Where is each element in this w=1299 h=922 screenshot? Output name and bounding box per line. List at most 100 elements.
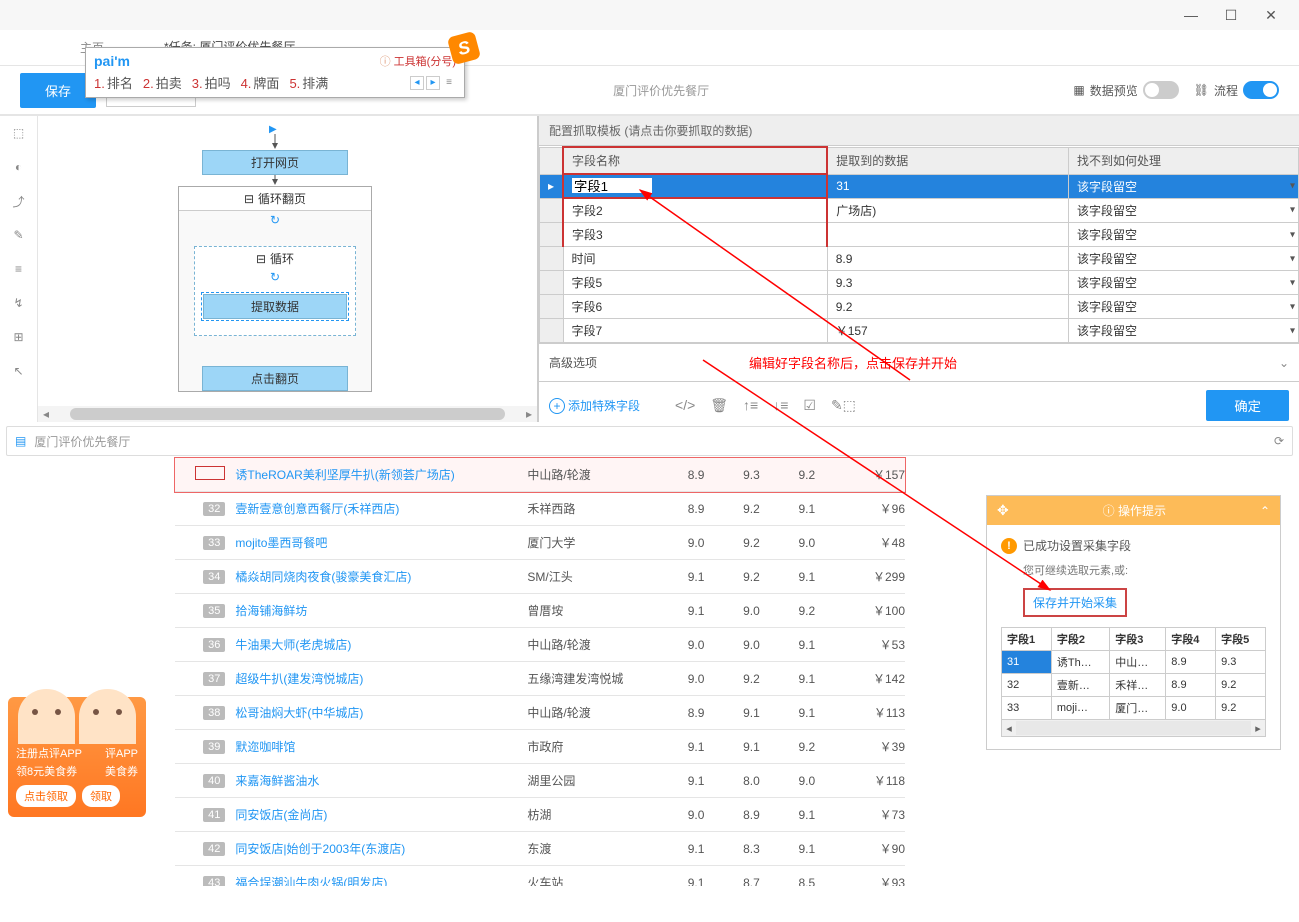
ime-toolbox[interactable]: ⓘ 工具箱(分号) <box>380 53 456 69</box>
close-button[interactable]: ✕ <box>1251 0 1291 30</box>
rank-badge: 39 <box>203 740 225 754</box>
field-name[interactable]: 字段3 <box>563 223 827 247</box>
shop-link[interactable]: 橘焱胡同烧肉夜食(骏豪美食汇店) <box>235 570 411 584</box>
shop-link[interactable]: 松哥油焖大虾(中华城店) <box>235 706 363 720</box>
flow-node-click-next[interactable]: 点击翻页 <box>202 366 348 391</box>
add-special-field[interactable]: +添加特殊字段 <box>549 397 640 414</box>
note-icon[interactable]: ✎⬚ <box>831 397 856 414</box>
field-name[interactable]: 时间 <box>563 247 827 271</box>
field-name[interactable]: 字段2 <box>563 198 827 223</box>
ime-candidate[interactable]: 2.拍卖 <box>143 73 182 92</box>
flow-container-loop[interactable]: ⊟循环 ↻ 提取数据 <box>194 246 356 336</box>
ime-popup: pai'm ⓘ 工具箱(分号) 1.排名2.拍卖3.拍吗4.牌面5.排满◂▸≡ … <box>85 47 465 98</box>
table-row: 43福合埕潮汕牛肉火锅(明发店)火车站9.18.78.5￥93 <box>175 866 905 887</box>
score-b: 9.3 <box>724 458 779 492</box>
address-input[interactable] <box>34 434 1266 448</box>
ime-typed: pai'm <box>94 53 130 69</box>
mouse-icon[interactable]: ◐ <box>10 158 28 176</box>
row-indicator: ▸ <box>540 174 564 198</box>
branch-icon[interactable]: ↯ <box>10 294 28 312</box>
trash-icon[interactable]: 🗑 <box>710 397 728 414</box>
flow-node-open-page[interactable]: 打开网页 <box>202 150 348 175</box>
ime-candidate[interactable]: 4.牌面 <box>241 73 280 92</box>
missing-select[interactable]: 该字段留空▾ <box>1069 223 1299 247</box>
field-name[interactable]: 字段5 <box>563 271 827 295</box>
sitemap-icon[interactable]: ⊞ <box>10 328 28 346</box>
list-icon[interactable]: ≡ <box>10 260 28 278</box>
ime-candidate[interactable]: 1.排名 <box>94 73 133 92</box>
advanced-options[interactable]: 高级选项 编辑好字段名称后，点击保存并开始 ⌄ <box>539 343 1299 381</box>
mini-hscroll[interactable]: ◂▸ <box>1002 720 1265 736</box>
field-name[interactable]: 字段7 <box>563 319 827 343</box>
flow-toggle[interactable] <box>1243 81 1279 99</box>
minimize-button[interactable]: — <box>1171 0 1211 30</box>
maximize-button[interactable]: ☐ <box>1211 0 1251 30</box>
ime-candidate[interactable]: 3.拍吗 <box>192 73 231 92</box>
shop-link[interactable]: 来嘉海鲜酱油水 <box>235 774 319 788</box>
shop-link[interactable]: 超级牛扒(建发湾悦城店) <box>235 672 363 686</box>
ime-menu[interactable]: ≡ <box>442 76 456 90</box>
shop-link[interactable]: 默迩咖啡馆 <box>235 740 295 754</box>
device-icon[interactable]: ⬚ <box>10 124 28 142</box>
move-icon[interactable]: ✥ <box>997 502 1009 519</box>
score-c: 9.1 <box>779 798 834 832</box>
missing-select[interactable]: 该字段留空▾ <box>1069 198 1299 223</box>
field-name[interactable]: 字段6 <box>563 295 827 319</box>
upload-icon[interactable]: ⤴ <box>10 192 28 210</box>
flow-hscroll[interactable]: ◂▸ <box>38 406 537 422</box>
score-b: 9.1 <box>724 730 779 764</box>
minus-icon: ⊟ <box>256 252 266 266</box>
field-name-input[interactable] <box>572 178 652 193</box>
missing-select[interactable]: 该字段留空▾ <box>1069 271 1299 295</box>
flow-canvas[interactable]: ▶ 打开网页 ⊟循环翻页 ↻ ⊟循环 ↻ 提取数据 点击翻页 <box>38 116 537 406</box>
ime-candidate[interactable]: 5.排满 <box>289 73 328 92</box>
checkbox-icon[interactable]: ☑ <box>803 397 816 414</box>
shop-link[interactable]: 诱TheROAR美利坚厚牛扒(新领荟广场店) <box>235 468 454 482</box>
location: 中山路/轮渡 <box>527 628 668 662</box>
data-preview-toggle[interactable] <box>1143 81 1179 99</box>
mini-cell: 9.3 <box>1216 651 1266 674</box>
sort-asc-icon[interactable]: ↑≡ <box>743 397 758 414</box>
table-row: 诱TheROAR美利坚厚牛扒(新领荟广场店)中山路/轮渡8.99.39.2￥15… <box>175 458 905 492</box>
shop-link[interactable]: 拾海铺海鲜坊 <box>235 604 307 618</box>
score-b: 8.0 <box>724 764 779 798</box>
shop-link[interactable]: 同安饭店|始创于2003年(东渡店) <box>235 842 405 856</box>
flow-node-extract[interactable]: 提取数据 <box>203 294 347 319</box>
ime-candidates[interactable]: 1.排名 2.拍卖 3.拍吗 4.牌面 5.排满 ◂▸≡ <box>94 73 456 92</box>
ime-next[interactable]: ▸ <box>426 76 440 90</box>
ime-prev[interactable]: ◂ <box>410 76 424 90</box>
missing-select[interactable]: 该字段留空▾ <box>1069 247 1299 271</box>
price: ￥118 <box>834 764 905 798</box>
field-data <box>827 223 1068 247</box>
rank-checkbox[interactable] <box>195 466 225 480</box>
promo-btn-1[interactable]: 点击领取 <box>16 785 76 807</box>
score-a: 9.1 <box>668 764 723 798</box>
score-a: 9.1 <box>668 832 723 866</box>
mini-cell: 诱Th… <box>1051 651 1109 674</box>
cursor-icon[interactable]: ↖ <box>10 362 28 380</box>
price: ￥299 <box>834 560 905 594</box>
promo-btn-2[interactable]: 领取 <box>82 785 120 807</box>
edit-icon[interactable]: ✎ <box>10 226 28 244</box>
score-c: 9.0 <box>779 764 834 798</box>
mini-cell: 壹新… <box>1051 674 1109 697</box>
location: 五缘湾建发湾悦城 <box>527 662 668 696</box>
missing-select[interactable]: 该字段留空▾ <box>1069 319 1299 343</box>
shop-link[interactable]: 牛油果大师(老虎城店) <box>235 638 351 652</box>
refresh-icon[interactable]: ⟳ <box>1274 434 1284 448</box>
shop-link[interactable]: 福合埕潮汕牛肉火锅(明发店) <box>235 876 387 886</box>
save-and-collect-link[interactable]: 保存并开始采集 <box>1023 588 1127 617</box>
table-row: 40来嘉海鲜酱油水湖里公园9.18.09.0￥118 <box>175 764 905 798</box>
sort-desc-icon[interactable]: ↓≡ <box>773 397 788 414</box>
missing-select[interactable]: 该字段留空▾ <box>1069 174 1299 198</box>
collapse-icon[interactable]: ⌃ <box>1260 504 1270 518</box>
flow-panel: ▶ 打开网页 ⊟循环翻页 ↻ ⊟循环 ↻ 提取数据 点击翻页 ◂▸ <box>38 116 538 422</box>
data-table: 诱TheROAR美利坚厚牛扒(新领荟广场店)中山路/轮渡8.99.39.2￥15… <box>175 458 905 886</box>
missing-select[interactable]: 该字段留空▾ <box>1069 295 1299 319</box>
score-b: 9.2 <box>724 492 779 526</box>
code-icon[interactable]: </> <box>675 397 695 414</box>
shop-link[interactable]: 同安饭店(金尚店) <box>235 808 327 822</box>
shop-link[interactable]: 壹新壹意创意西餐厅(禾祥西店) <box>235 502 399 516</box>
shop-link[interactable]: mojito墨西哥餐吧 <box>235 536 327 550</box>
confirm-button[interactable]: 确定 <box>1206 390 1289 421</box>
